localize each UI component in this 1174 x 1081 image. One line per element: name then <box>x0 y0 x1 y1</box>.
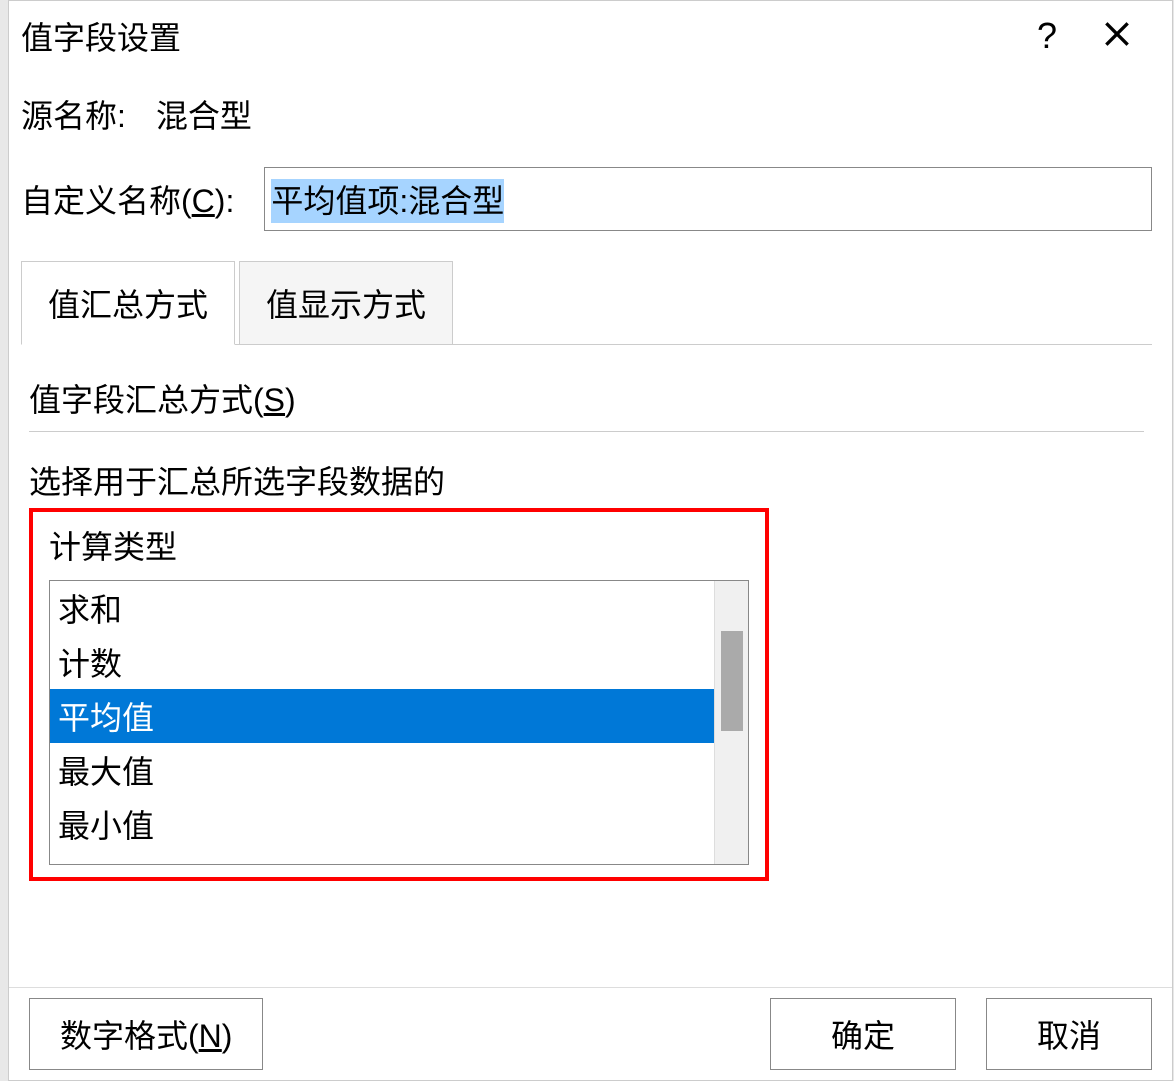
custom-name-row: 自定义名称(C): 平均值项:混合型 <box>21 167 1152 231</box>
help-button[interactable]: ? <box>1012 15 1082 57</box>
divider <box>29 431 1144 432</box>
tab-display-method[interactable]: 值显示方式 <box>239 261 453 344</box>
source-name-label: 源名称: <box>21 91 126 137</box>
close-icon <box>1101 18 1133 50</box>
titlebar: 值字段设置 ? <box>9 1 1172 81</box>
calculation-type-label: 计算类型 <box>49 522 749 568</box>
tabs: 值汇总方式 值显示方式 <box>21 261 1152 345</box>
list-item[interactable]: 最小值 <box>50 797 714 851</box>
custom-name-label: 自定义名称(C): <box>21 176 234 222</box>
number-format-button[interactable]: 数字格式(N) <box>29 998 263 1070</box>
source-name-row: 源名称: 混合型 <box>21 91 1152 137</box>
list-item[interactable]: 平均值 <box>50 689 714 743</box>
listbox-items: 求和计数平均值最大值最小值乘积 <box>50 581 714 864</box>
source-name-value: 混合型 <box>156 91 252 137</box>
summary-description: 选择用于汇总所选字段数据的 <box>29 457 1144 503</box>
cancel-button[interactable]: 取消 <box>986 998 1152 1070</box>
dialog-content: 源名称: 混合型 自定义名称(C): 平均值项:混合型 值汇总方式 值显示方式 … <box>9 81 1172 881</box>
calculation-type-listbox[interactable]: 求和计数平均值最大值最小值乘积 <box>49 580 749 865</box>
tab-summary-method[interactable]: 值汇总方式 <box>21 261 235 345</box>
close-button[interactable] <box>1082 18 1152 55</box>
dialog-footer: 数字格式(N) 确定 取消 <box>9 987 1172 1080</box>
scrollbar-thumb[interactable] <box>721 631 743 731</box>
highlight-box: 计算类型 求和计数平均值最大值最小值乘积 <box>29 508 769 881</box>
list-item[interactable]: 计数 <box>50 635 714 689</box>
ok-button[interactable]: 确定 <box>770 998 956 1070</box>
list-item[interactable]: 求和 <box>50 581 714 635</box>
list-item[interactable]: 最大值 <box>50 743 714 797</box>
summary-method-label: 值字段汇总方式(S) <box>29 375 1144 421</box>
tab-content-summary: 值字段汇总方式(S) 选择用于汇总所选字段数据的 计算类型 求和计数平均值最大值… <box>21 345 1152 881</box>
scrollbar[interactable] <box>714 581 748 864</box>
list-item[interactable]: 乘积 <box>50 851 714 864</box>
custom-name-value: 平均值项:混合型 <box>271 179 504 223</box>
value-field-settings-dialog: 值字段设置 ? 源名称: 混合型 自定义名称(C): 平均值项:混合型 值汇总方… <box>8 0 1173 1081</box>
dialog-title: 值字段设置 <box>21 13 1012 59</box>
custom-name-input[interactable]: 平均值项:混合型 <box>264 167 1152 231</box>
